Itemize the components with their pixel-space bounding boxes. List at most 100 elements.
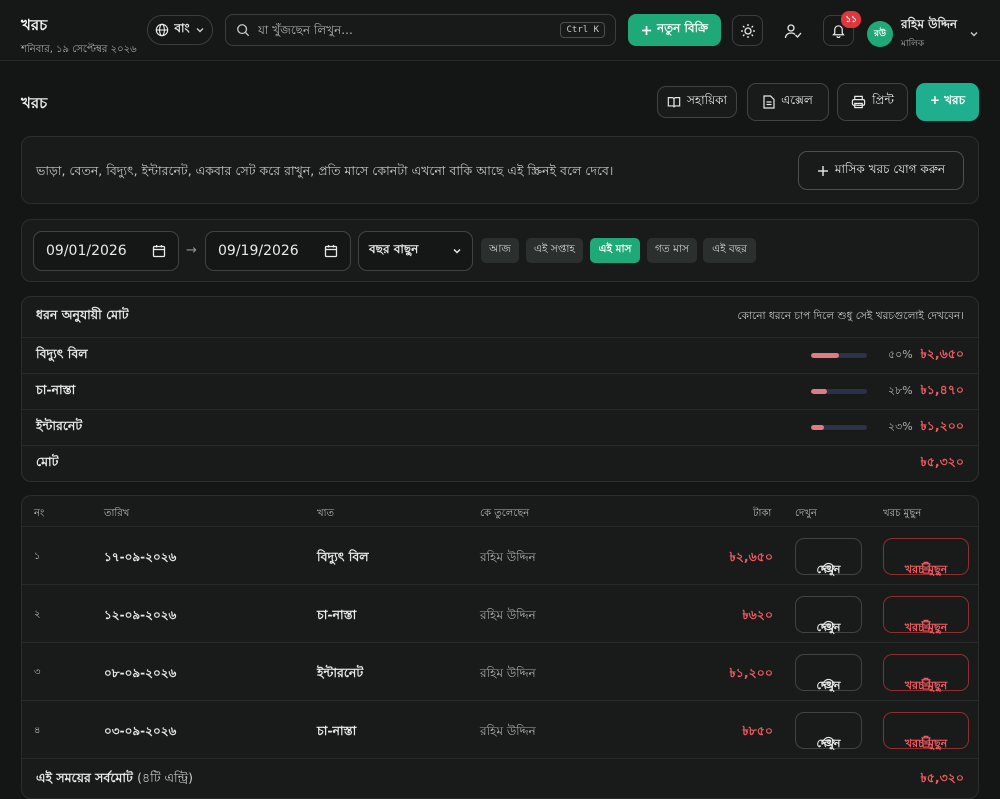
help-button[interactable]: সহায়িকা [657,86,737,118]
delete-button[interactable]: খরচ মুছুন [883,712,969,750]
chevron-down-icon [452,246,462,256]
delete-button[interactable]: খরচ মুছুন [883,538,969,576]
summary-percent: ২৩% [888,420,913,433]
col-view: দেখুন [795,508,817,519]
delete-button[interactable]: খরচ মুছুন [883,596,969,634]
summary-progress-bar [811,425,867,430]
global-search[interactable]: Ctrl K [225,14,616,46]
add-monthly-expense-button[interactable]: মাসিক খরচ যোগ করুন [798,151,964,190]
table-row: ৩ ০৮-০৯-২০২৬ ইন্টারনেট রহিম উদ্দিন ৳১,২০… [22,643,978,701]
row-amount: ৳১,২০০ [729,665,773,680]
add-monthly-expense-label: মাসিক খরচ যোগ করুন [834,161,946,176]
user-menu[interactable]: রউ রহিম উদ্দিন মালিক [867,16,979,51]
add-expense-button[interactable]: + খরচ [916,83,979,121]
plus-icon [641,25,652,36]
printer-icon [851,95,866,109]
search-input[interactable] [258,23,553,37]
delete-label: খরচ মুছুন [904,563,948,576]
chip-this-week[interactable]: এই সপ্তাহ [526,238,583,263]
top-bar: খরচ শনিবার, ১৯ সেপ্টেম্বর ২০২৬ বাং Ctrl … [0,0,1000,61]
recurring-info-text: ভাড়া, বেতন, বিদ্যুৎ, ইন্টারনেট, একবার স… [36,163,614,178]
col-no: নং [34,508,45,519]
row-by: রহিম উদ্দিন [480,608,536,622]
view-button[interactable]: দেখুন [795,596,862,634]
user-check-button[interactable] [777,15,808,46]
summary-percent: ৫০% [888,348,913,361]
view-button[interactable]: দেখুন [795,712,862,750]
excel-export-button[interactable]: এক্সেল [747,83,829,121]
summary-percent: ২৮% [888,384,913,397]
globe-icon [155,23,169,37]
summary-row[interactable]: বিদ্যুৎ বিল ৫০% ৳২,৬৫০ [22,337,978,373]
from-date-value: 09/01/2026 [46,243,127,259]
print-label: প্রিন্ট [872,93,894,107]
summary-header: ধরন অনুযায়ী মোট কোনো ধরনে চাপ দিলে শুধু… [22,297,978,337]
row-category: ইন্টারনেট [317,665,364,680]
recurring-info-card: ভাড়া, বেতন, বিদ্যুৎ, ইন্টারনেট, একবার স… [21,136,979,204]
from-date-input[interactable]: 09/01/2026 [33,231,179,271]
row-by: রহিম উদ্দিন [480,724,536,738]
chip-today[interactable]: আজ [481,238,519,263]
summary-amount: ৳২,৬৫০ [920,345,964,361]
print-button[interactable]: প্রিন্ট [837,83,908,121]
table-total-label: এই সময়ের সর্বমোট (৪টি এন্ট্রি) [36,770,193,790]
row-category: বিদ্যুৎ বিল [317,549,369,564]
col-delete: খরচ মুছুন [883,508,922,519]
row-number: ২ [34,609,41,620]
row-number: ৩ [34,667,41,678]
delete-label: খরচ মুছুন [904,679,948,692]
summary-total-row: মোট ৳৫,৩২০ [22,445,978,481]
language-switch[interactable]: বাং [147,15,213,45]
table-total-count: (৪টি এন্ট্রি) [137,770,193,785]
view-label: দেখুন [816,563,841,576]
notification-badge: ১১ [841,11,861,28]
user-check-icon [784,22,802,40]
theme-toggle-button[interactable] [732,15,763,46]
row-date: ১৭-০৯-২০২৬ [104,550,177,564]
chevron-down-icon [195,25,205,35]
page-title: খরচ [21,94,48,112]
new-sale-label: নতুন বিক্রি [656,21,709,35]
year-select-value: বছর বাছুন [369,242,419,256]
chip-last-month[interactable]: গত মাস [647,238,697,263]
book-icon [667,95,681,109]
to-date-input[interactable]: 09/19/2026 [205,231,351,271]
summary-row[interactable]: ইন্টারনেট ২৩% ৳১,২০০ [22,409,978,445]
row-date: ০৮-০৯-২০২৬ [104,666,177,680]
year-select[interactable]: বছর বাছুন [358,231,473,271]
chip-this-year[interactable]: এই বছর [703,238,756,263]
add-expense-label: + খরচ [929,93,966,107]
calendar-icon[interactable] [152,244,166,258]
sun-icon [740,23,756,39]
col-amount: টাকা [753,508,772,519]
chip-this-month[interactable]: এই মাস [590,238,640,263]
avatar: রউ [867,20,893,47]
view-label: দেখুন [816,621,841,634]
table-total-text: এই সময়ের সর্বমোট [36,770,133,785]
delete-button[interactable]: খরচ মুছুন [883,654,969,692]
new-sale-button[interactable]: নতুন বিক্রি [628,14,721,46]
category-summary: ধরন অনুযায়ী মোট কোনো ধরনে চাপ দিলে শুধু… [21,296,979,482]
summary-title: ধরন অনুযায়ী মোট [36,307,129,322]
delete-label: খরচ মুছুন [904,621,948,634]
row-number: ৪ [34,725,41,736]
date-filter-bar: 09/01/2026 → 09/19/2026 বছর বাছুন আজ এই … [21,219,979,282]
row-number: ১ [34,551,41,562]
user-role: মালিক [901,39,925,49]
summary-amount: ৳১,২০০ [920,417,964,433]
summary-total-amount: ৳৫,৩২০ [920,453,964,469]
row-by: রহিম উদ্দিন [480,666,536,680]
help-label: সহায়িকা [686,93,728,107]
table-row: ১ ১৭-০৯-২০২৬ বিদ্যুৎ বিল রহিম উদ্দিন ৳২,… [22,527,978,585]
col-date: তারিখ [104,508,130,519]
summary-amount: ৳১,৪৭০ [920,381,964,397]
summary-progress-bar [811,353,867,358]
view-button[interactable]: দেখুন [795,538,862,576]
file-icon [763,95,775,109]
notifications-button[interactable]: ১১ [823,11,861,46]
view-button[interactable]: দেখুন [795,654,862,692]
calendar-icon[interactable] [324,244,338,258]
summary-row[interactable]: চা-নাস্তা ২৮% ৳১,৪৭০ [22,373,978,409]
delete-label: খরচ মুছুন [904,737,948,750]
view-label: দেখুন [816,679,841,692]
